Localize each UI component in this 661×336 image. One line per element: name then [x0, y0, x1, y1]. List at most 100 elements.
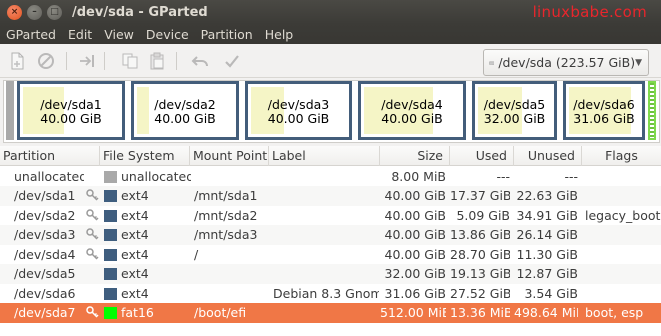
menu-bar: GParted Edit View Device Partition Help — [0, 24, 661, 44]
table-row[interactable]: /dev/sda5 ext4 32.00 GiB 19.13 GiB 12.87 GiB — [0, 264, 661, 284]
partition-table: Partition File System Mount Point Label … — [0, 146, 661, 336]
partition-map-name: /dev/sda1 — [40, 97, 102, 112]
cell-file-system: fat16 — [121, 305, 154, 320]
cell-size: 512.00 MiB — [380, 305, 446, 320]
partition-map-size: 32.00 GiB — [483, 111, 546, 126]
delete-icon[interactable] — [36, 51, 56, 71]
undo-icon[interactable] — [190, 51, 210, 71]
cell-partition: /dev/sda7 — [14, 305, 76, 320]
cell-file-system: ext4 — [121, 266, 149, 281]
partition-map-name: /dev/sda6 — [573, 97, 635, 112]
new-icon[interactable] — [7, 51, 27, 71]
filesystem-color-swatch — [104, 229, 117, 241]
cell-unused: 11.30 GiB — [516, 246, 579, 262]
cell-unused: 34.91 GiB — [516, 207, 579, 223]
menu-partition[interactable]: Partition — [195, 27, 259, 42]
column-header-partition[interactable]: Partition — [0, 146, 100, 166]
efi-partition-segment[interactable] — [648, 81, 656, 140]
column-header-size[interactable]: Size — [380, 146, 450, 166]
table-row[interactable]: /dev/sda7 fat16/boot/efi 512.00 MiB 13.36 M… — [0, 303, 661, 323]
toolbar-separator — [176, 52, 177, 70]
cell-mount-point: /mnt/sda2 — [194, 207, 258, 223]
partition-map-name: /dev/sda2 — [154, 97, 216, 112]
filesystem-color-swatch — [104, 248, 117, 261]
cell-label — [273, 206, 379, 226]
table-header: Partition File System Mount Point Label … — [0, 146, 661, 166]
cell-size: 32.00 GiB — [384, 266, 447, 281]
maximize-window-button[interactable]: □ — [47, 4, 62, 20]
column-header-unused[interactable]: Unused — [514, 146, 582, 166]
menu-device[interactable]: Device — [140, 27, 195, 42]
cell-mount-point: / — [194, 246, 199, 262]
cell-unused: 3.54 GiB — [524, 285, 578, 301]
column-header-flags[interactable]: Flags — [582, 146, 661, 166]
cell-mount-point: /boot/efi — [194, 305, 247, 320]
table-row[interactable]: /dev/sda1 ext4/mnt/sda1 40.00 GiB 17.37 GiB… — [0, 186, 661, 206]
cell-file-system: ext4 — [121, 207, 149, 223]
cell-partition: /dev/sda4 — [14, 246, 76, 262]
cell-label — [273, 245, 379, 265]
cell-used: 5.09 GiB — [456, 207, 510, 223]
cell-partition: /dev/sda1 — [14, 188, 76, 203]
apply-icon[interactable] — [222, 51, 242, 71]
close-window-button[interactable]: × — [7, 4, 22, 20]
table-row[interactable]: /dev/sda3 ext4/mnt/sda3 40.00 GiB 13.86 GiB… — [0, 225, 661, 245]
partition-map-label: /dev/sda3 40.00 GiB — [248, 98, 349, 126]
column-header-used[interactable]: Used — [450, 146, 514, 166]
menu-edit[interactable]: Edit — [62, 27, 98, 42]
cell-used: 19.13 GiB — [450, 266, 510, 281]
cell-used: 27.52 GiB — [450, 285, 510, 301]
partition-map-segment[interactable]: /dev/sda1 40.00 GiB — [17, 81, 125, 140]
column-header-file-system[interactable]: File System — [100, 146, 190, 166]
device-label: /dev/sda (223.57 GiB) — [498, 55, 636, 70]
partition-map-segment[interactable]: /dev/sda4 40.00 GiB — [358, 81, 466, 140]
copy-icon[interactable] — [120, 51, 140, 71]
cell-flags — [585, 167, 661, 187]
cell-label — [273, 167, 379, 187]
partition-map-label: /dev/sda1 40.00 GiB — [20, 98, 122, 126]
partition-map-name: /dev/sda4 — [381, 97, 443, 112]
cell-label: Debian 8.3 Gnome — [273, 285, 379, 301]
chevron-down-icon: ▼ — [635, 57, 642, 68]
cell-flags — [585, 186, 661, 206]
cell-size: 40.00 GiB — [384, 207, 447, 223]
unallocated-segment[interactable] — [6, 81, 14, 140]
cell-label — [273, 303, 379, 323]
column-header-label[interactable]: Label — [269, 146, 380, 166]
filesystem-color-swatch — [104, 268, 117, 280]
device-selector[interactable]: /dev/sda (223.57 GiB) ▼ — [483, 49, 649, 76]
minimize-window-button[interactable]: – — [27, 4, 42, 20]
cell-file-system: ext4 — [121, 246, 149, 262]
menu-gparted[interactable]: GParted — [0, 27, 62, 42]
partition-map-segment[interactable]: /dev/sda6 31.06 GiB — [563, 81, 645, 140]
partition-map-size: 40.00 GiB — [381, 111, 443, 126]
table-row[interactable]: /dev/sda6 ext4 Debian 8.3 Gnome 31.06 GiB 27… — [0, 284, 661, 304]
cell-flags: boot, esp — [585, 305, 644, 320]
window-title: /dev/sda - GParted — [72, 4, 208, 20]
partition-map-size: 40.00 GiB — [154, 111, 216, 126]
menu-help[interactable]: Help — [259, 27, 300, 42]
table-row[interactable]: /dev/sda2 ext4/mnt/sda2 40.00 GiB 5.09 GiB 3… — [0, 206, 661, 226]
cell-label — [273, 186, 379, 206]
cell-flags — [585, 225, 661, 245]
cell-used: 28.70 GiB — [450, 246, 510, 262]
cell-flags: legacy_boot — [585, 207, 661, 223]
table-row[interactable]: /dev/sda4 ext4 / 40.00 GiB 28.70 GiB 11.30 Gi… — [0, 245, 661, 265]
partition-map-segment[interactable]: /dev/sda3 40.00 GiB — [245, 81, 352, 140]
menu-view[interactable]: View — [98, 27, 140, 42]
cell-label — [273, 264, 379, 284]
table-row[interactable]: unallocated unallocated 8.00 MiB --- --- — [0, 167, 661, 187]
cell-size: 40.00 GiB — [384, 227, 447, 242]
toolbar: /dev/sda (223.57 GiB) ▼ — [0, 44, 661, 78]
hard-disk-icon — [489, 61, 495, 65]
partition-map-segment[interactable]: /dev/sda2 40.00 GiB — [131, 81, 239, 140]
resize-move-icon[interactable] — [77, 51, 97, 71]
partition-map-segment[interactable]: /dev/sda5 32.00 GiB — [472, 81, 557, 140]
cell-mount-point — [194, 264, 269, 284]
cell-file-system: ext4 — [121, 227, 149, 242]
paste-icon[interactable] — [147, 51, 167, 71]
cell-size: 8.00 MiB — [391, 168, 446, 184]
cell-mount-point — [194, 284, 269, 304]
cell-unused: --- — [564, 168, 578, 184]
column-header-mount-point[interactable]: Mount Point — [190, 146, 269, 166]
